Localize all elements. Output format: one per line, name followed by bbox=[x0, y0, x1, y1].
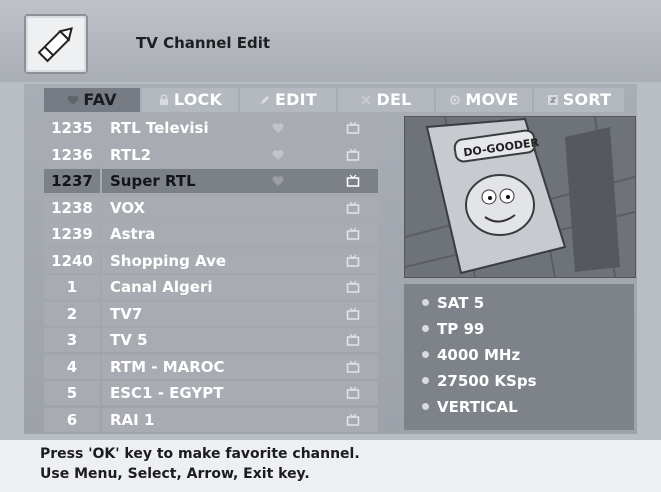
tab-del[interactable]: DEL bbox=[338, 88, 434, 112]
channel-number: 1236 bbox=[44, 143, 100, 167]
pencil-icon bbox=[24, 14, 88, 74]
channel-number: 6 bbox=[44, 408, 100, 432]
channel-name: Astra bbox=[102, 222, 378, 246]
channel-row[interactable]: 1238 VOX bbox=[44, 196, 378, 220]
channel-row[interactable]: 1 Canal Algeri bbox=[44, 275, 378, 299]
tv-icon bbox=[346, 121, 360, 134]
channel-number: 1238 bbox=[44, 196, 100, 220]
channel-row[interactable]: 3 TV 5 bbox=[44, 328, 378, 352]
function-tabs: FAV LOCK EDIT DEL MOVE SORT bbox=[44, 88, 624, 112]
channel-number: 1237 bbox=[44, 169, 100, 193]
info-frequency: 4000 MHz bbox=[422, 346, 520, 364]
heart-icon bbox=[67, 95, 79, 105]
tab-sort[interactable]: SORT bbox=[534, 88, 624, 112]
lock-icon bbox=[159, 94, 168, 105]
tv-icon bbox=[346, 174, 360, 187]
tv-icon bbox=[346, 386, 360, 399]
delete-icon bbox=[361, 95, 372, 105]
tv-icon bbox=[346, 333, 360, 346]
info-satellite: SAT 5 bbox=[422, 294, 484, 312]
channel-name: TV 5 bbox=[102, 328, 378, 352]
sort-icon bbox=[547, 95, 558, 105]
page-title: TV Channel Edit bbox=[136, 34, 271, 52]
header-bar: TV Channel Edit bbox=[0, 0, 661, 82]
channel-number: 1235 bbox=[44, 116, 100, 140]
tab-fav[interactable]: FAV bbox=[44, 88, 140, 112]
channel-row[interactable]: 6 RAI 1 bbox=[44, 408, 378, 432]
channel-name: TV7 bbox=[102, 302, 378, 326]
help-line-1: Press 'OK' key to make favorite channel. bbox=[40, 446, 360, 462]
channel-name: VOX bbox=[102, 196, 378, 220]
channel-row[interactable]: 4 RTM - MAROC bbox=[44, 355, 378, 379]
move-icon bbox=[450, 95, 461, 105]
channel-preview: DO-GOODER bbox=[404, 116, 636, 278]
help-line-2: Use Menu, Select, Arrow, Exit key. bbox=[40, 466, 310, 482]
tv-icon bbox=[346, 307, 360, 320]
channel-row[interactable]: 1237 Super RTL bbox=[44, 169, 378, 193]
preview-image: DO-GOODER bbox=[404, 116, 636, 278]
tv-icon bbox=[346, 227, 360, 240]
channel-name: RTL2 bbox=[102, 143, 378, 167]
transponder-info: SAT 5 TP 99 4000 MHz 27500 KSps VERTICAL bbox=[404, 284, 634, 430]
channel-name: Shopping Ave bbox=[102, 249, 378, 273]
tv-icon bbox=[346, 148, 360, 161]
tab-edit[interactable]: EDIT bbox=[240, 88, 336, 112]
channel-row[interactable]: 5 ESC1 - EGYPT bbox=[44, 381, 378, 405]
tab-lock[interactable]: LOCK bbox=[142, 88, 238, 112]
channel-number: 1239 bbox=[44, 222, 100, 246]
tv-icon bbox=[346, 280, 360, 293]
info-polarization: VERTICAL bbox=[422, 398, 518, 416]
channel-name: Canal Algeri bbox=[102, 275, 378, 299]
edit-icon bbox=[261, 96, 270, 104]
tv-icon bbox=[346, 254, 360, 267]
channel-number: 4 bbox=[44, 355, 100, 379]
favorite-heart-icon bbox=[272, 150, 284, 160]
favorite-heart-icon bbox=[272, 123, 284, 133]
channel-row[interactable]: 1235 RTL Televisi bbox=[44, 116, 378, 140]
channel-row[interactable]: 1236 RTL2 bbox=[44, 143, 378, 167]
info-transponder: TP 99 bbox=[422, 320, 484, 338]
channel-name: RTM - MAROC bbox=[102, 355, 378, 379]
channel-name: Super RTL bbox=[102, 169, 378, 193]
channel-name: RAI 1 bbox=[102, 408, 378, 432]
channel-number: 3 bbox=[44, 328, 100, 352]
channel-row[interactable]: 1239 Astra bbox=[44, 222, 378, 246]
tv-icon bbox=[346, 201, 360, 214]
tab-move[interactable]: MOVE bbox=[436, 88, 532, 112]
channel-row[interactable]: 2 TV7 bbox=[44, 302, 378, 326]
channel-row[interactable]: 1240 Shopping Ave bbox=[44, 249, 378, 273]
channel-number: 5 bbox=[44, 381, 100, 405]
tv-icon bbox=[346, 360, 360, 373]
help-bar: Press 'OK' key to make favorite channel.… bbox=[0, 440, 661, 492]
favorite-heart-icon bbox=[272, 176, 284, 186]
channel-name: ESC1 - EGYPT bbox=[102, 381, 378, 405]
channel-name: RTL Televisi bbox=[102, 116, 378, 140]
channel-number: 1 bbox=[44, 275, 100, 299]
channel-number: 2 bbox=[44, 302, 100, 326]
info-symbol-rate: 27500 KSps bbox=[422, 372, 537, 390]
channel-number: 1240 bbox=[44, 249, 100, 273]
tv-icon bbox=[346, 413, 360, 426]
